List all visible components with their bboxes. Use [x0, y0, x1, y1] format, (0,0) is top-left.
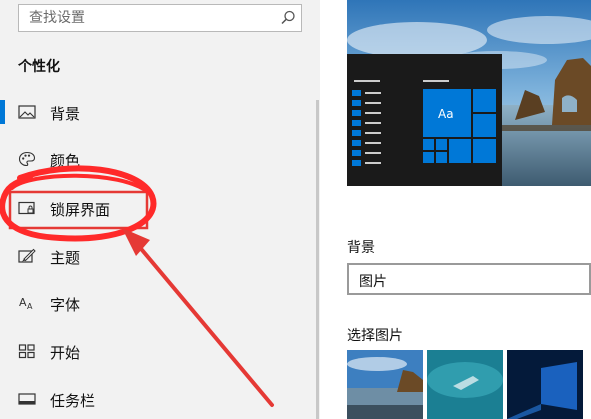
- thumbnail-underwater[interactable]: [427, 350, 503, 419]
- font-icon: A A: [19, 296, 33, 311]
- nav-item-colors[interactable]: 颜色: [0, 142, 316, 176]
- search-input[interactable]: [19, 5, 277, 31]
- nav-item-themes[interactable]: 主题: [0, 239, 316, 273]
- nav-item-taskbar[interactable]: 任务栏: [0, 382, 316, 416]
- search-icon[interactable]: [279, 9, 297, 27]
- nav-label: 锁屏界面: [50, 201, 111, 219]
- start-grid-icon: [18, 344, 35, 359]
- lock-screen-icon: [18, 201, 35, 215]
- nav-item-start[interactable]: 开始: [0, 334, 316, 368]
- image-icon: [18, 105, 36, 119]
- nav-item-background[interactable]: 背景: [0, 95, 316, 129]
- main-pane: Aa 背景 图片 选择图片: [320, 0, 591, 419]
- sidebar-scrollbar[interactable]: [316, 100, 319, 419]
- svg-text:A: A: [19, 296, 27, 309]
- taskbar-icon: [18, 393, 36, 405]
- background-label: 背景: [347, 240, 375, 256]
- nav-item-lockscreen[interactable]: 锁屏界面: [0, 191, 316, 225]
- settings-sidebar: 个性化 背景 颜色 锁屏界面 主题: [0, 0, 320, 419]
- preview-tile-text: Aa: [438, 107, 454, 121]
- thumbnail-windows[interactable]: [507, 350, 583, 419]
- section-title: 个性化: [18, 59, 60, 75]
- thumbnail-beach[interactable]: [347, 350, 423, 419]
- nav-label: 开始: [50, 344, 81, 362]
- brush-icon: [18, 248, 36, 263]
- palette-icon: [18, 151, 36, 167]
- desktop-preview: Aa: [347, 0, 591, 186]
- active-indicator: [0, 100, 5, 124]
- picture-thumbnails: [347, 350, 591, 419]
- nav-label: 字体: [50, 296, 81, 314]
- search-box[interactable]: [18, 4, 302, 32]
- svg-text:A: A: [27, 302, 33, 311]
- nav-label: 背景: [50, 105, 81, 123]
- nav-label: 任务栏: [50, 392, 96, 410]
- nav-label: 主题: [50, 249, 81, 267]
- choose-picture-label: 选择图片: [347, 328, 403, 344]
- nav-item-fonts[interactable]: A A 字体: [0, 286, 316, 320]
- background-type-dropdown[interactable]: 图片: [347, 263, 591, 295]
- preview-image: Aa: [347, 0, 591, 186]
- nav-label: 颜色: [50, 152, 81, 170]
- dropdown-value: 图片: [359, 274, 387, 290]
